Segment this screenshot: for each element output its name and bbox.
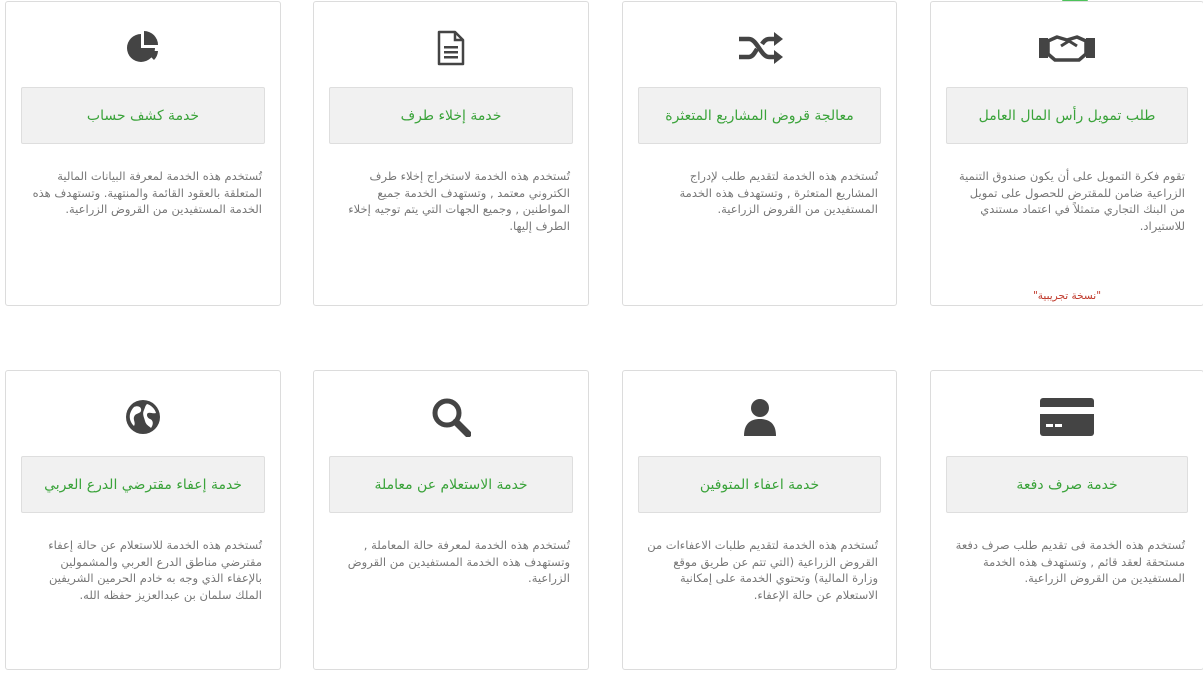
card-title-button[interactable]: خدمة إعفاء مقترضي الدرع العربي [21, 456, 265, 513]
service-card-payment: خدمة صرف دفعة تُستخدم هذه الخدمة فى تقدي… [930, 370, 1203, 670]
handshake-icon [931, 28, 1203, 68]
service-card-distressed-loans: معالجة قروض المشاريع المتعثرة تُستخدم هذ… [622, 1, 897, 306]
card-title-button[interactable]: خدمة اعفاء المتوفين [638, 456, 881, 513]
trial-version-label: "نسخة تجريبية" [1032, 290, 1102, 302]
card-description: تقوم فكرة التمويل على أن يكون صندوق التن… [958, 169, 1185, 233]
globe-icon [6, 397, 280, 437]
card-description: تُستخدم هذه الخدمة لتقديم طلبات الاعفاءا… [647, 538, 878, 602]
card-description: تُستخدم هذه الخدمة للاستعلام عن حالة إعف… [48, 538, 262, 602]
card-description: تُستخدم هذه الخدمة فى تقديم طلب صرف دفعة… [955, 538, 1185, 585]
card-title-button[interactable]: طلب تمويل رأس المال العامل [946, 87, 1188, 144]
service-card-account-statement: خدمة كشف حساب تُستخدم هذه الخدمة لمعرفة … [5, 1, 281, 306]
shuffle-icon [623, 28, 896, 68]
pie-chart-icon [6, 28, 280, 68]
card-title-button[interactable]: معالجة قروض المشاريع المتعثرة [638, 87, 881, 144]
service-card-transaction-inquiry: خدمة الاستعلام عن معاملة تُستخدم هذه الخ… [313, 370, 589, 670]
document-icon [314, 28, 588, 68]
card-description: تُستخدم هذه الخدمة لتقديم طلب لإدراج الم… [679, 169, 878, 216]
card-description: تُستخدم هذه الخدمة لمعرفة البيانات المال… [32, 169, 262, 216]
card-description: تُستخدم هذه الخدمة لاستخراج إخلاء طرف ال… [348, 169, 570, 233]
credit-card-icon [931, 397, 1203, 437]
service-card-clearance: خدمة إخلاء طرف تُستخدم هذه الخدمة لاستخر… [313, 1, 589, 306]
card-title-button[interactable]: خدمة صرف دفعة [946, 456, 1188, 513]
card-description: تُستخدم هذه الخدمة لمعرفة حالة المعاملة … [347, 538, 570, 585]
card-title-button[interactable]: خدمة كشف حساب [21, 87, 265, 144]
user-icon [623, 397, 896, 437]
service-card-deceased-exemption: خدمة اعفاء المتوفين تُستخدم هذه الخدمة ل… [622, 370, 897, 670]
card-title-button[interactable]: خدمة الاستعلام عن معاملة [329, 456, 573, 513]
service-card-arabian-shield-exemption: خدمة إعفاء مقترضي الدرع العربي تُستخدم ه… [5, 370, 281, 670]
service-card-working-capital: طلب تمويل رأس المال العامل تقوم فكرة الت… [930, 1, 1203, 306]
card-title-button[interactable]: خدمة إخلاء طرف [329, 87, 573, 144]
search-icon [314, 397, 588, 437]
